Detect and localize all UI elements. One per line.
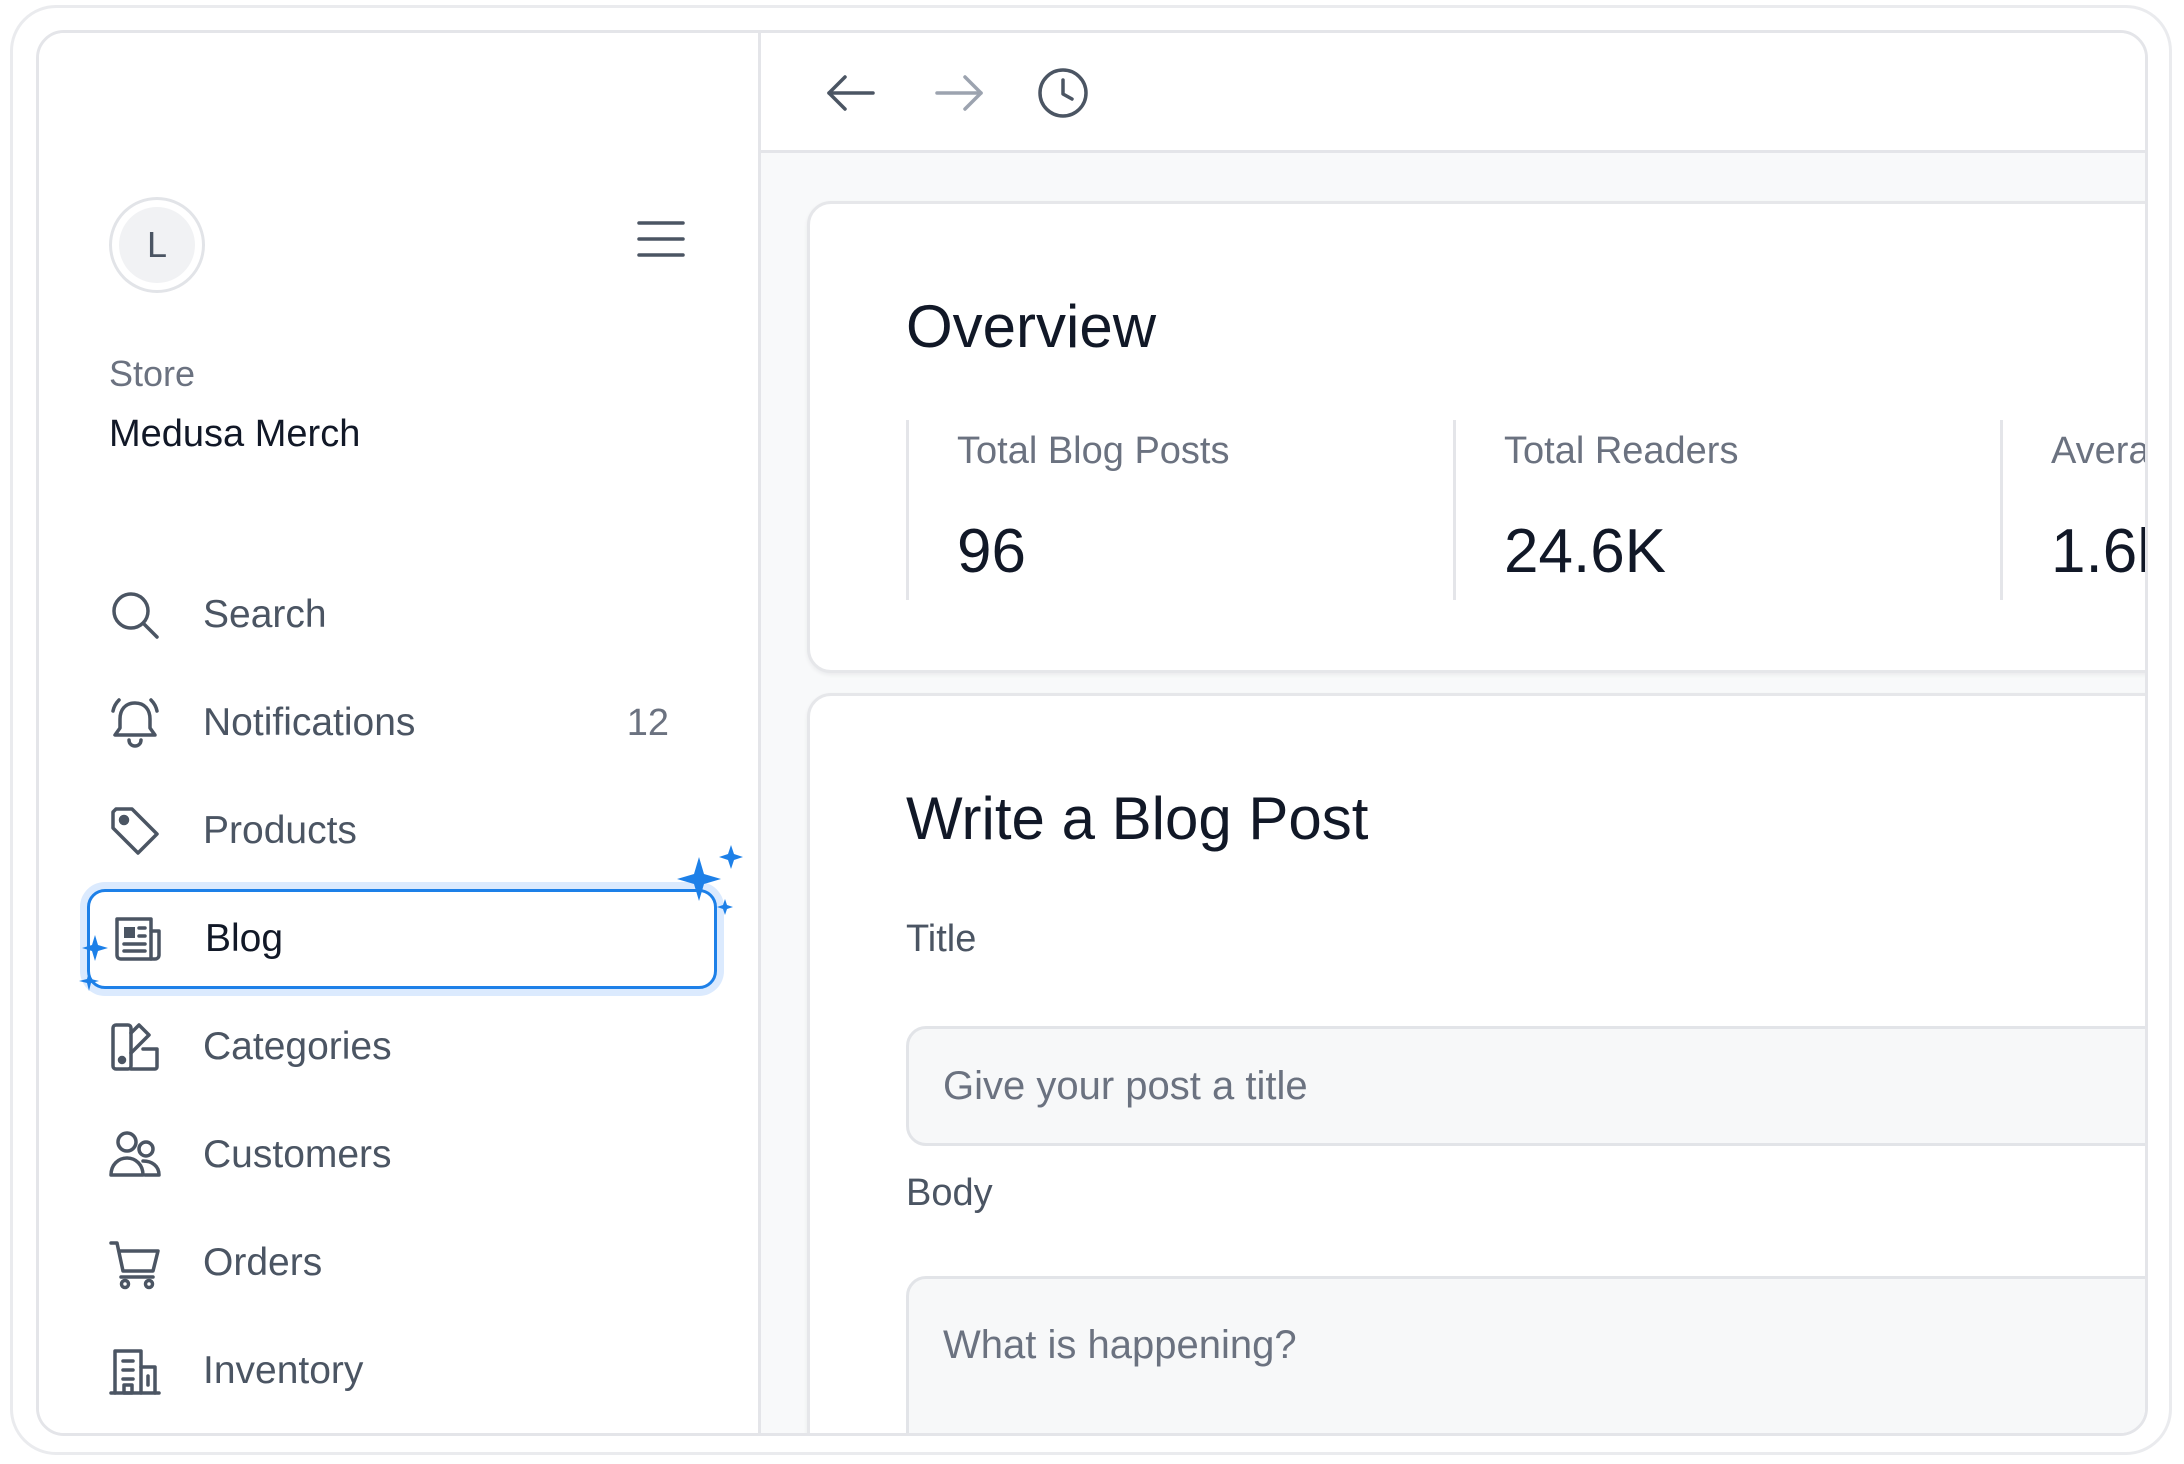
- arrow-right-icon[interactable]: [929, 63, 989, 123]
- sidebar-item-inventory[interactable]: Inventory: [85, 1323, 715, 1419]
- clock-icon[interactable]: [1033, 63, 1093, 123]
- app-window: L Store Medusa Merch Search Notification…: [36, 30, 2148, 1436]
- sidebar-item-notifications[interactable]: Notifications 12: [85, 675, 715, 771]
- stat-total-readers: Total Readers 24.6K: [1453, 420, 1999, 600]
- sidebar-item-label: Orders: [203, 1241, 323, 1284]
- stat-value: 24.6K: [1504, 517, 1667, 586]
- sidebar-item-label: Categories: [203, 1025, 392, 1068]
- search-icon: [112, 592, 159, 639]
- building-icon: [109, 1349, 161, 1395]
- overview-title: Overview: [906, 293, 1157, 360]
- tag-icon: [111, 807, 159, 855]
- sidebar-item-label: Products: [203, 809, 357, 852]
- hamburger-menu-icon[interactable]: [635, 219, 687, 259]
- store-label: Store: [109, 353, 196, 394]
- stat-label: Avera: [2051, 430, 2148, 472]
- notification-count-badge: 12: [626, 701, 669, 744]
- sidebar-item-products[interactable]: Products: [85, 783, 715, 879]
- post-body-input[interactable]: [906, 1276, 2145, 1433]
- bell-icon: [111, 698, 159, 748]
- sidebar-item-blog[interactable]: Blog: [87, 889, 717, 989]
- sidebar-item-label: Notifications: [203, 701, 416, 744]
- stat-label: Total Readers: [1504, 430, 1739, 472]
- sidebar-item-label: Customers: [203, 1133, 392, 1176]
- sparkle-icon: [677, 845, 743, 915]
- sidebar-item-search[interactable]: Search: [85, 567, 715, 663]
- users-icon: [109, 1131, 161, 1177]
- sidebar-item-label: Blog: [205, 917, 284, 960]
- avatar-initial: L: [119, 207, 195, 283]
- sidebar-item-orders[interactable]: Orders: [85, 1215, 715, 1311]
- overview-card: Overview Total Blog Posts 96 Total Reade…: [807, 201, 2148, 673]
- stat-label: Total Blog Posts: [957, 430, 1230, 472]
- sidebar-item-label: Search: [203, 593, 327, 636]
- body-field-label: Body: [906, 1172, 993, 1214]
- sidebar-item-label: Inventory: [203, 1349, 364, 1392]
- cart-icon: [109, 1241, 160, 1290]
- stat-average: Avera 1.6k: [2000, 420, 2148, 600]
- avatar[interactable]: L: [109, 197, 205, 293]
- topbar: [761, 33, 2145, 153]
- stat-total-blog-posts: Total Blog Posts 96: [906, 420, 1452, 600]
- store-name: Medusa Merch: [109, 413, 361, 455]
- newspaper-icon: [115, 917, 161, 961]
- write-post-card: Write a Blog Post Title Body: [807, 693, 2145, 1433]
- stat-value: 1.6k: [2051, 517, 2145, 586]
- sidebar: L Store Medusa Merch Search Notification…: [39, 33, 761, 1433]
- sidebar-item-categories[interactable]: Categories: [85, 999, 715, 1095]
- swatch-icon: [111, 1023, 159, 1071]
- title-field-label: Title: [906, 918, 977, 960]
- main-content: Overview Total Blog Posts 96 Total Reade…: [761, 33, 2145, 1433]
- sidebar-item-customers[interactable]: Customers: [85, 1107, 715, 1203]
- sparkle-icon: [79, 935, 108, 991]
- arrow-left-icon[interactable]: [821, 63, 881, 123]
- stat-value: 96: [957, 517, 1026, 586]
- post-title-input[interactable]: [906, 1026, 2145, 1146]
- write-post-title: Write a Blog Post: [906, 785, 1369, 852]
